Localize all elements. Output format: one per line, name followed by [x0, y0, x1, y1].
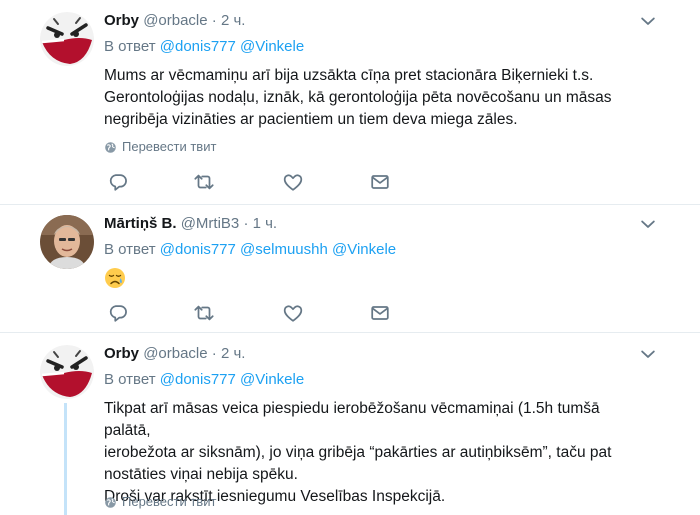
separator-dot: · [211, 345, 217, 362]
tweet-text: Tikpat arī māsas veica piespiedu ierobēž… [104, 398, 644, 508]
retweet-icon [193, 302, 215, 324]
mention-link[interactable]: @selmuushh [240, 241, 328, 258]
tweet[interactable]: Orby @orbacle · 2 ч. В ответ @donis777 @… [0, 0, 700, 204]
tweet-header: Orby @orbacle · 2 ч. [104, 11, 245, 31]
tweet-text: Mums ar vēcmamiņu arī bija uzsākta cīņa … [104, 65, 644, 131]
separator-dot: · [211, 12, 217, 29]
tweet-text-line: negribēja vizināties ar pacientiem un ti… [104, 111, 518, 128]
more-options-button[interactable] [636, 11, 660, 31]
user-handle[interactable]: @orbacle [143, 12, 207, 29]
message-icon [369, 302, 391, 324]
tweet[interactable]: Orby @orbacle · 2 ч. В ответ @donis777 @… [0, 333, 700, 515]
timestamp[interactable]: 1 ч. [253, 215, 278, 232]
mention-link[interactable]: @donis777 [160, 371, 236, 388]
tweet-text-line: ierobežota ar siksnām), jo viņa gribēja … [104, 444, 612, 461]
avatar[interactable] [40, 215, 94, 269]
like-button[interactable] [281, 302, 305, 324]
translate-label: Перевести твит [122, 494, 217, 509]
globe-icon [104, 141, 117, 154]
more-options-button[interactable] [636, 344, 660, 364]
tweet-header: Mārtiņš B. @MrtiB3 · 1 ч. [104, 214, 277, 234]
avatar[interactable] [40, 12, 94, 66]
more-options-button[interactable] [636, 214, 660, 234]
like-icon [282, 302, 304, 324]
translate-tweet-button[interactable]: Перевести твит [104, 494, 216, 510]
angry-ball-avatar-image [40, 12, 94, 66]
like-icon [282, 171, 304, 193]
chevron-down-icon [638, 11, 658, 31]
reply-icon [107, 302, 129, 324]
angry-ball-avatar-image [40, 345, 94, 399]
tweet-header: Orby @orbacle · 2 ч. [104, 344, 245, 364]
reply-button[interactable] [106, 171, 130, 193]
user-handle[interactable]: @orbacle [143, 345, 207, 362]
separator-dot: · [243, 215, 249, 232]
timestamp[interactable]: 2 ч. [221, 345, 246, 362]
user-name[interactable]: Orby [104, 345, 139, 362]
replying-to: В ответ @donis777 @selmuushh @Vinkele [104, 240, 396, 260]
man-photo-avatar-image [40, 215, 94, 269]
tweet-actions [104, 302, 404, 324]
reply-button[interactable] [106, 302, 130, 324]
user-name[interactable]: Mārtiņš B. [104, 215, 177, 232]
replying-prefix: В ответ [104, 38, 156, 55]
replying-prefix: В ответ [104, 371, 156, 388]
replying-to: В ответ @donis777 @Vinkele [104, 37, 304, 57]
retweet-icon [193, 171, 215, 193]
replying-to: В ответ @donis777 @Vinkele [104, 370, 304, 390]
message-icon [369, 171, 391, 193]
tweet-actions [104, 171, 404, 193]
replying-prefix: В ответ [104, 241, 156, 258]
mention-link[interactable]: @Vinkele [240, 371, 304, 388]
chevron-down-icon [638, 344, 658, 364]
crying-face-icon [104, 267, 126, 289]
retweet-button[interactable] [192, 302, 216, 324]
reply-icon [107, 171, 129, 193]
timestamp[interactable]: 2 ч. [221, 12, 246, 29]
thread-line [64, 403, 67, 515]
avatar[interactable] [40, 345, 94, 399]
chevron-down-icon [638, 214, 658, 234]
mention-link[interactable]: @donis777 [160, 38, 236, 55]
globe-icon [104, 496, 117, 509]
direct-message-button[interactable] [368, 171, 392, 193]
user-handle[interactable]: @MrtiB3 [181, 215, 240, 232]
mention-link[interactable]: @donis777 [160, 241, 236, 258]
like-button[interactable] [281, 171, 305, 193]
translate-label: Перевести твит [122, 139, 217, 154]
retweet-button[interactable] [192, 171, 216, 193]
translate-tweet-button[interactable]: Перевести твит [104, 139, 216, 155]
user-name[interactable]: Orby [104, 12, 139, 29]
mention-link[interactable]: @Vinkele [240, 38, 304, 55]
tweet-text-line: Tikpat arī māsas veica piespiedu ierobēž… [104, 400, 600, 439]
tweet[interactable]: Mārtiņš B. @MrtiB3 · 1 ч. В ответ @donis… [0, 205, 700, 332]
tweet-text-line: Mums ar vēcmamiņu arī bija uzsākta cīņa … [104, 67, 594, 84]
tweet-text-line: nostāties viņai nebija spēku. [104, 466, 298, 483]
tweet-text-line: Gerontoloģijas nodaļu, iznāk, kā geronto… [104, 89, 612, 106]
mention-link[interactable]: @Vinkele [332, 241, 396, 258]
crying-face-emoji [104, 267, 126, 289]
direct-message-button[interactable] [368, 302, 392, 324]
